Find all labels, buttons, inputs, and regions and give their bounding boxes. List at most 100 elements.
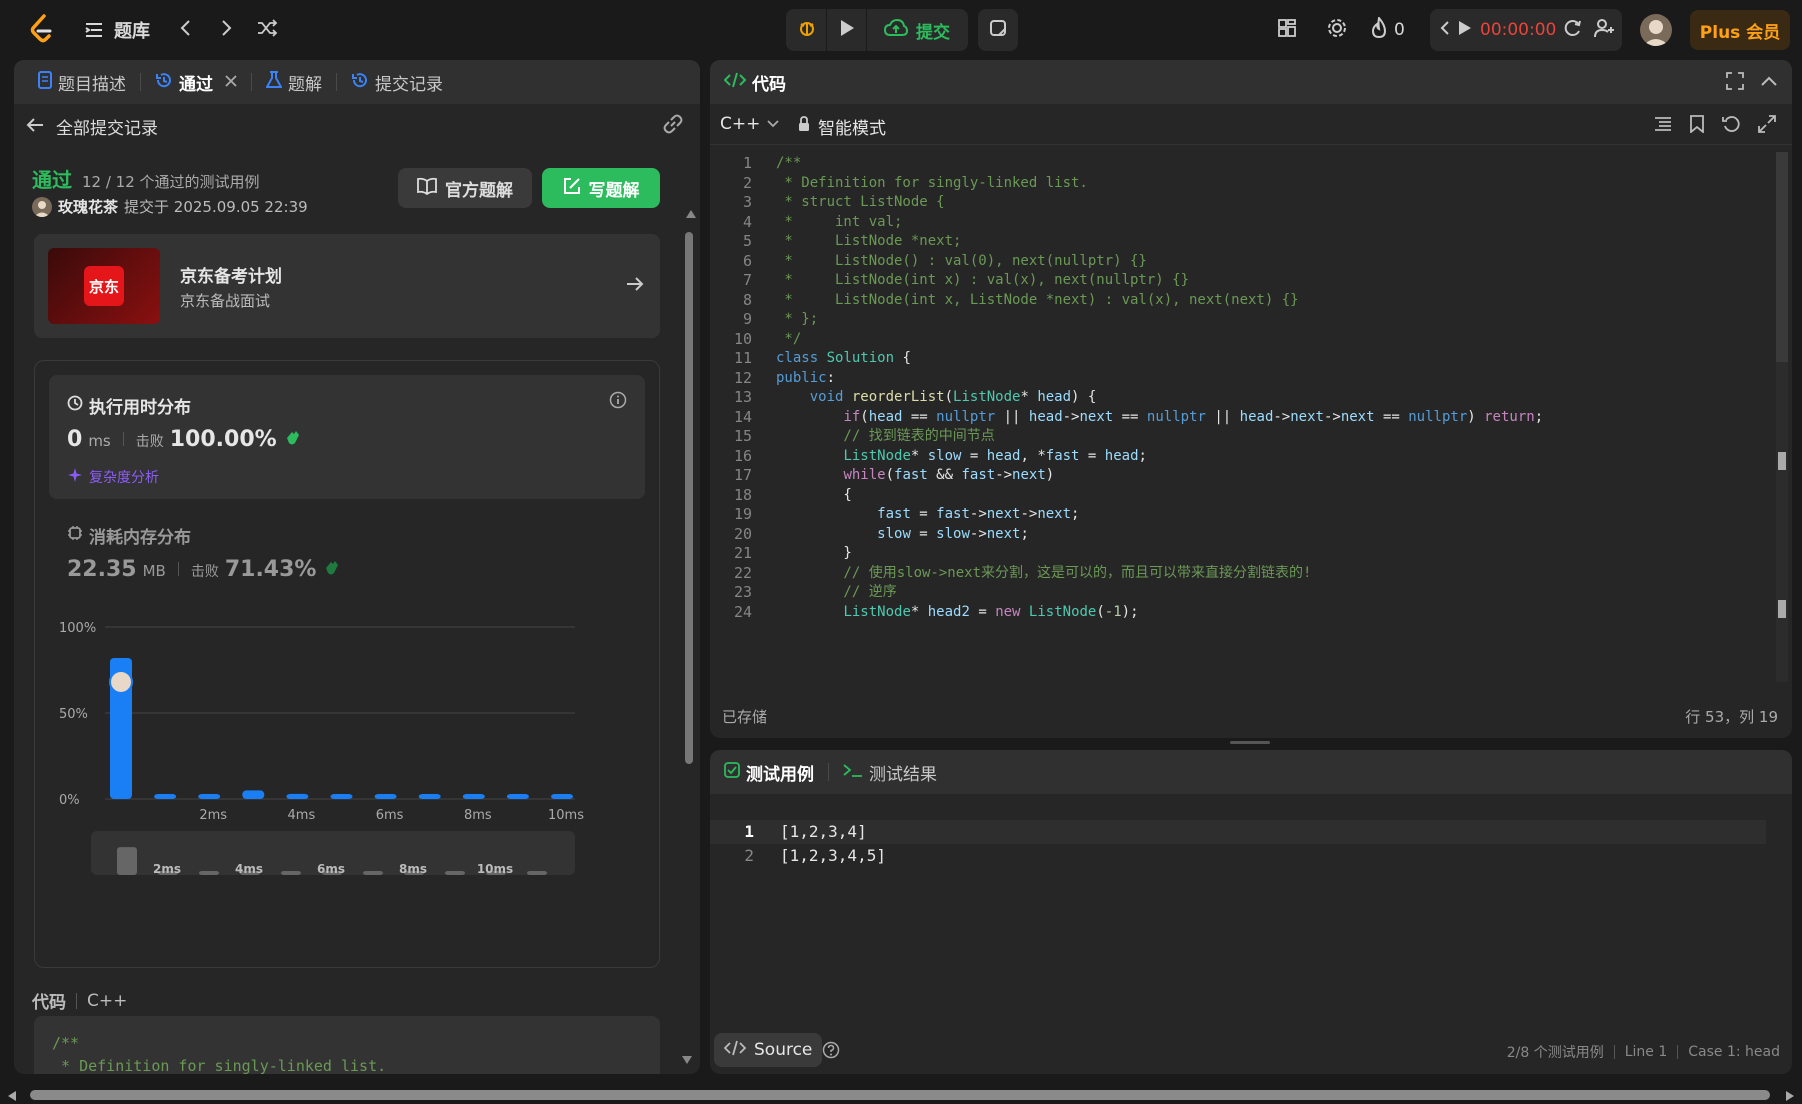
chart-bar[interactable] <box>551 794 573 799</box>
line-number: 7 <box>742 271 752 289</box>
runtime-section[interactable]: 执行用时分布 0 ms 击败 100.00% 复杂度分析 <box>49 375 645 499</box>
code-editor[interactable]: 1 /** 2 * Definition for singly-linked lis… <box>710 154 1770 684</box>
layout-button[interactable] <box>1272 16 1302 44</box>
chart-bar[interactable] <box>462 794 485 799</box>
code-line[interactable]: 13 void reorderList(ListNode* head) { <box>710 388 1770 408</box>
chart-overview-brush[interactable]: 2ms 4ms 6ms 8ms 10ms <box>91 831 575 876</box>
notes-button[interactable] <box>978 9 1018 51</box>
test-case-input: [1,2,3,4] <box>780 822 867 841</box>
code-line[interactable]: 20 slow = slow->next; <box>710 525 1770 545</box>
code-line[interactable]: 24 ListNode* head2 = new ListNode(-1); <box>710 603 1770 623</box>
timer-collapse-icon[interactable] <box>1440 20 1450 40</box>
code-line[interactable]: 18 { <box>710 486 1770 506</box>
code-line[interactable]: 9 * }; <box>710 310 1770 330</box>
reset-icon[interactable] <box>1722 115 1740 137</box>
settings-button[interactable] <box>1322 16 1352 44</box>
official-solution-button[interactable]: 官方题解 <box>398 168 532 208</box>
code-line[interactable]: 17 while(fast && fast->next) <box>710 466 1770 486</box>
tab-submissions[interactable]: 提交记录 <box>343 60 451 104</box>
source-button[interactable]: Source <box>714 1033 823 1067</box>
code-line[interactable]: 16 ListNode* slow = head, *fast = head; <box>710 447 1770 467</box>
help-icon[interactable] <box>822 1041 840 1063</box>
code-line[interactable]: 6 * ListNode() : val(0), next(nullptr) {… <box>710 252 1770 272</box>
chart-bar[interactable] <box>286 793 309 799</box>
chart-bar[interactable] <box>374 794 397 799</box>
chevron-up-icon[interactable] <box>1760 72 1778 94</box>
chart-bar[interactable] <box>154 794 177 799</box>
prev-problem-button[interactable] <box>172 16 200 44</box>
back-to-submissions[interactable]: 全部提交记录 <box>26 114 158 139</box>
chart-bar[interactable] <box>198 794 221 799</box>
close-icon[interactable] <box>225 72 237 92</box>
code-line[interactable]: 11 class Solution { <box>710 349 1770 369</box>
run-button[interactable] <box>827 9 867 51</box>
chart-bar[interactable] <box>330 794 353 799</box>
scroll-down-arrow[interactable] <box>682 1056 692 1064</box>
streak-counter[interactable]: 0 <box>1370 15 1405 44</box>
panel-resize-handle[interactable] <box>1230 741 1270 744</box>
test-case-row[interactable]: 2 [1,2,3,4,5] <box>710 844 1766 868</box>
horizontal-scrollbar[interactable] <box>0 1086 1802 1104</box>
code-line[interactable]: 7 * ListNode(int x) : val(x), next(nullp… <box>710 271 1770 291</box>
code-line[interactable]: 19 fast = fast->next->next; <box>710 505 1770 525</box>
code-line[interactable]: 12 public: <box>710 369 1770 389</box>
info-icon[interactable] <box>609 391 627 413</box>
code-line[interactable]: 2 * Definition for singly-linked list. <box>710 174 1770 194</box>
code-line[interactable]: 1 /** <box>710 154 1770 174</box>
user-avatar[interactable] <box>1640 14 1672 46</box>
tab-description[interactable]: 题目描述 <box>30 60 134 104</box>
submit-button[interactable]: 提交 <box>867 9 967 51</box>
code-line[interactable]: 3 * struct ListNode { <box>710 193 1770 213</box>
invite-button[interactable] <box>1590 16 1620 44</box>
username[interactable]: 玫瑰花茶 <box>58 196 118 217</box>
problem-bank-link[interactable]: 题库 <box>84 16 150 44</box>
promo-card[interactable]: 京东 京东备考计划 京东备战面试 <box>34 234 660 338</box>
tab-solutions[interactable]: 题解 <box>258 60 330 104</box>
code-line[interactable]: 23 // 逆序 <box>710 583 1770 603</box>
submitted-code-preview: /** * Definition for singly-linked list. <box>34 1016 660 1074</box>
overview-tick-label: 10ms <box>477 862 513 875</box>
tab-code-label: 代码 <box>752 74 786 95</box>
share-link-icon[interactable] <box>662 114 684 138</box>
editor-scrollbar[interactable] <box>1776 152 1788 682</box>
my-submission-marker[interactable] <box>109 669 133 694</box>
leetcode-logo-icon[interactable] <box>24 12 58 46</box>
line-number: 17 <box>733 466 752 484</box>
chart-bar[interactable] <box>506 794 529 799</box>
code-line[interactable]: 22 // 使用slow->next来分割，这是可以的，而且可以带来直接分割链表… <box>710 564 1770 584</box>
line-number: 16 <box>733 446 752 465</box>
write-solution-button[interactable]: 写题解 <box>542 168 660 208</box>
plus-membership-button[interactable]: Plus 会员 <box>1690 10 1790 50</box>
timer-play-icon[interactable] <box>1458 20 1472 40</box>
bookmark-icon[interactable] <box>1690 115 1704 137</box>
smart-mode-toggle[interactable]: 智能模式 <box>798 114 886 139</box>
debug-button[interactable] <box>787 9 827 51</box>
next-problem-button[interactable] <box>212 16 240 44</box>
tab-code[interactable]: 代码 <box>723 60 794 104</box>
fullscreen-icon[interactable] <box>1726 72 1744 94</box>
code-line[interactable]: 21 } <box>710 544 1770 564</box>
code-line[interactable]: 4 * int val; <box>710 213 1770 233</box>
tab-test-cases[interactable]: 测试用例 <box>724 750 822 794</box>
left-scrollbar[interactable] <box>684 210 696 766</box>
memory-section[interactable]: 消耗内存分布 <box>67 523 191 548</box>
random-problem-button[interactable] <box>252 16 282 44</box>
expand-icon[interactable] <box>1758 115 1776 137</box>
chart-bar[interactable] <box>242 790 265 799</box>
tab-test-results[interactable]: 测试结果 <box>835 750 945 794</box>
language-select[interactable]: C++ <box>720 114 780 134</box>
jd-logo: 京东 <box>84 266 124 306</box>
code-line[interactable]: 10 */ <box>710 330 1770 350</box>
timer-reset-icon[interactable] <box>1564 19 1582 41</box>
chart-bar[interactable] <box>418 794 441 799</box>
code-line[interactable]: 5 * ListNode *next; <box>710 232 1770 252</box>
tab-accepted[interactable]: 通过 <box>147 60 245 104</box>
code-line[interactable]: 8 * ListNode(int x, ListNode *next) : va… <box>710 291 1770 311</box>
test-case-row-active[interactable]: 1 [1,2,3,4] <box>710 820 1766 844</box>
code-line[interactable]: 14 if(head == nullptr || head->next == n… <box>710 408 1770 428</box>
line-number: 24 <box>733 602 752 621</box>
code-line[interactable]: 15 // 找到链表的中间节点 <box>710 427 1770 447</box>
code-editor-panel: 代码 C++ 智能模式 1 /** 2 * Definition for singl… <box>710 60 1792 738</box>
format-icon[interactable] <box>1654 116 1672 136</box>
complexity-analysis-link[interactable]: 复杂度分析 <box>67 467 159 487</box>
